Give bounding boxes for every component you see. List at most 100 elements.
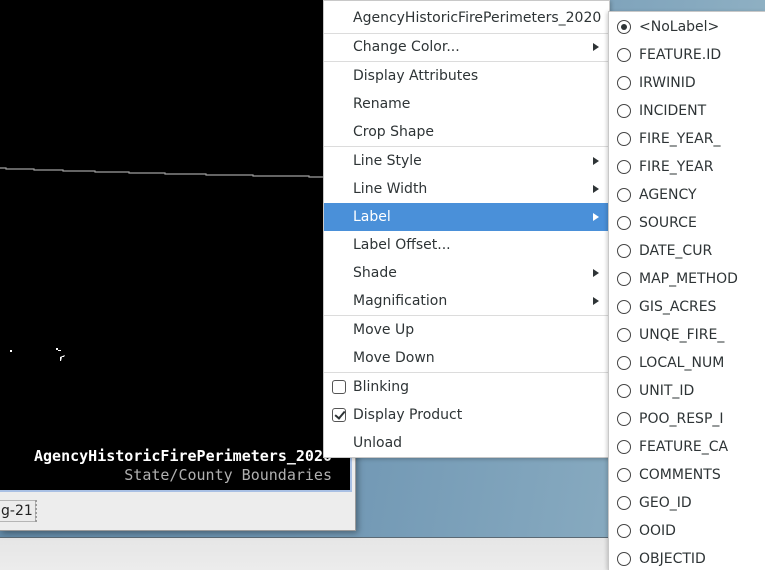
label-option[interactable]: FIRE_YEAR_ — [609, 125, 765, 153]
label-option[interactable]: COMMENTS — [609, 461, 765, 489]
menu-item-label: Blinking — [353, 379, 410, 395]
menu-item-move-up[interactable]: Move Up — [324, 316, 609, 344]
menu-item-shade[interactable]: Shade — [324, 259, 609, 287]
menu-item-move-down[interactable]: Move Down — [324, 344, 609, 372]
menu-item-line-style[interactable]: Line Style — [324, 147, 609, 175]
label-option-text: FEATURE.ID — [639, 47, 722, 63]
label-option[interactable]: MAP_METHOD — [609, 265, 765, 293]
label-option[interactable]: POO_RESP_I — [609, 405, 765, 433]
submenu-arrow-icon — [593, 43, 599, 51]
label-option[interactable]: GIS_ACRES — [609, 293, 765, 321]
radio-icon[interactable] — [617, 328, 631, 342]
label-option-text: SOURCE — [639, 215, 697, 231]
submenu-arrow-icon — [593, 269, 599, 277]
menu-item-line-width[interactable]: Line Width — [324, 175, 609, 203]
menu-item-label[interactable]: Label — [324, 203, 609, 231]
label-option[interactable]: DATE_CUR — [609, 237, 765, 265]
radio-icon[interactable] — [617, 384, 631, 398]
map-canvas[interactable]: AgencyHistoricFirePerimeters_2020 State/… — [0, 0, 352, 492]
radio-icon[interactable] — [617, 216, 631, 230]
radio-icon[interactable] — [617, 104, 631, 118]
radio-icon[interactable] — [617, 48, 631, 62]
label-option[interactable]: INCIDENT — [609, 97, 765, 125]
menu-item-label-offset[interactable]: Label Offset... — [324, 231, 609, 259]
label-option[interactable]: GEO_ID — [609, 489, 765, 517]
radio-icon[interactable] — [617, 524, 631, 538]
menu-item-label: AgencyHistoricFirePerimeters_2020 — [353, 10, 602, 26]
label-option[interactable]: AGENCY — [609, 181, 765, 209]
label-option[interactable]: FEATURE.ID — [609, 41, 765, 69]
legend-entry-fire-perimeters: AgencyHistoricFirePerimeters_2020 — [33, 447, 332, 465]
state-boundary-line — [0, 167, 325, 178]
label-option-text: GEO_ID — [639, 495, 692, 511]
label-option-text: FIRE_YEAR — [639, 159, 714, 175]
menu-item-label-text: Label — [353, 209, 391, 225]
menu-item-layer-name[interactable]: AgencyHistoricFirePerimeters_2020 — [324, 4, 609, 32]
menu-item-crop-shape[interactable]: Crop Shape — [324, 118, 609, 146]
label-option-text: LOCAL_NUM — [639, 355, 725, 371]
label-option[interactable]: SOURCE — [609, 209, 765, 237]
fire-perimeter-dot — [56, 348, 58, 350]
menu-item-label: Label Offset... — [353, 237, 451, 253]
submenu-arrow-icon — [593, 213, 599, 221]
label-option-text: POO_RESP_I — [639, 411, 724, 427]
fire-perimeter-dot — [58, 350, 61, 351]
radio-icon[interactable] — [617, 76, 631, 90]
label-option-text: <NoLabel> — [639, 19, 720, 35]
menu-item-label: Rename — [353, 96, 411, 112]
label-option[interactable]: OBJECTID — [609, 545, 765, 570]
menu-item-label: Line Style — [353, 153, 422, 169]
menu-item-rename[interactable]: Rename — [324, 90, 609, 118]
radio-icon[interactable] — [617, 244, 631, 258]
display-product-checkbox[interactable] — [332, 408, 346, 422]
label-option[interactable]: LOCAL_NUM — [609, 349, 765, 377]
label-option[interactable]: <NoLabel> — [609, 13, 765, 41]
label-option[interactable]: FEATURE_CA — [609, 433, 765, 461]
radio-icon[interactable] — [617, 496, 631, 510]
menu-item-label: Magnification — [353, 293, 448, 309]
menu-item-display-product[interactable]: Display Product — [324, 401, 609, 429]
menu-item-display-attributes[interactable]: Display Attributes — [324, 62, 609, 90]
layer-context-menu: AgencyHistoricFirePerimeters_2020 Change… — [323, 0, 610, 458]
label-option-text: AGENCY — [639, 187, 697, 203]
status-field: g-21 — [0, 500, 36, 522]
label-option[interactable]: IRWINID — [609, 69, 765, 97]
label-option-text: UNQE_FIRE_ — [639, 327, 725, 343]
status-bar: g-21 — [0, 496, 352, 526]
menu-item-unload[interactable]: Unload — [324, 429, 609, 457]
label-option-text: MAP_METHOD — [639, 271, 738, 287]
submenu-arrow-icon — [593, 157, 599, 165]
label-option-text: OBJECTID — [639, 551, 706, 567]
radio-icon[interactable] — [617, 188, 631, 202]
radio-icon[interactable] — [617, 552, 631, 566]
label-option[interactable]: UNQE_FIRE_ — [609, 321, 765, 349]
radio-icon[interactable] — [617, 468, 631, 482]
menu-item-magnification[interactable]: Magnification — [324, 287, 609, 315]
label-option-text: OOID — [639, 523, 676, 539]
radio-icon[interactable] — [617, 412, 631, 426]
menu-item-label: Shade — [353, 265, 397, 281]
menu-item-label: Move Down — [353, 350, 435, 366]
label-option[interactable]: OOID — [609, 517, 765, 545]
label-submenu: <NoLabel> FEATURE.ID IRWINID INCIDENT FIRE_Y… — [608, 11, 765, 570]
radio-icon[interactable] — [617, 300, 631, 314]
label-option[interactable]: FIRE_YEAR — [609, 153, 765, 181]
menu-item-label: Change Color... — [353, 39, 460, 55]
radio-selected-icon[interactable] — [617, 20, 631, 34]
label-option-text: UNIT_ID — [639, 383, 695, 399]
blinking-checkbox[interactable] — [332, 380, 346, 394]
radio-icon[interactable] — [617, 356, 631, 370]
radio-icon[interactable] — [617, 440, 631, 454]
legend-entry-state-county: State/County Boundaries — [124, 466, 332, 484]
label-option[interactable]: UNIT_ID — [609, 377, 765, 405]
label-option-text: DATE_CUR — [639, 243, 713, 259]
label-option-text: FEATURE_CA — [639, 439, 729, 455]
menu-item-change-color[interactable]: Change Color... — [324, 33, 609, 61]
menu-item-label: Move Up — [353, 322, 415, 338]
menu-item-blinking[interactable]: Blinking — [324, 373, 609, 401]
submenu-arrow-icon — [593, 297, 599, 305]
radio-icon[interactable] — [617, 160, 631, 174]
fire-perimeter-shape — [60, 355, 65, 361]
radio-icon[interactable] — [617, 272, 631, 286]
radio-icon[interactable] — [617, 132, 631, 146]
